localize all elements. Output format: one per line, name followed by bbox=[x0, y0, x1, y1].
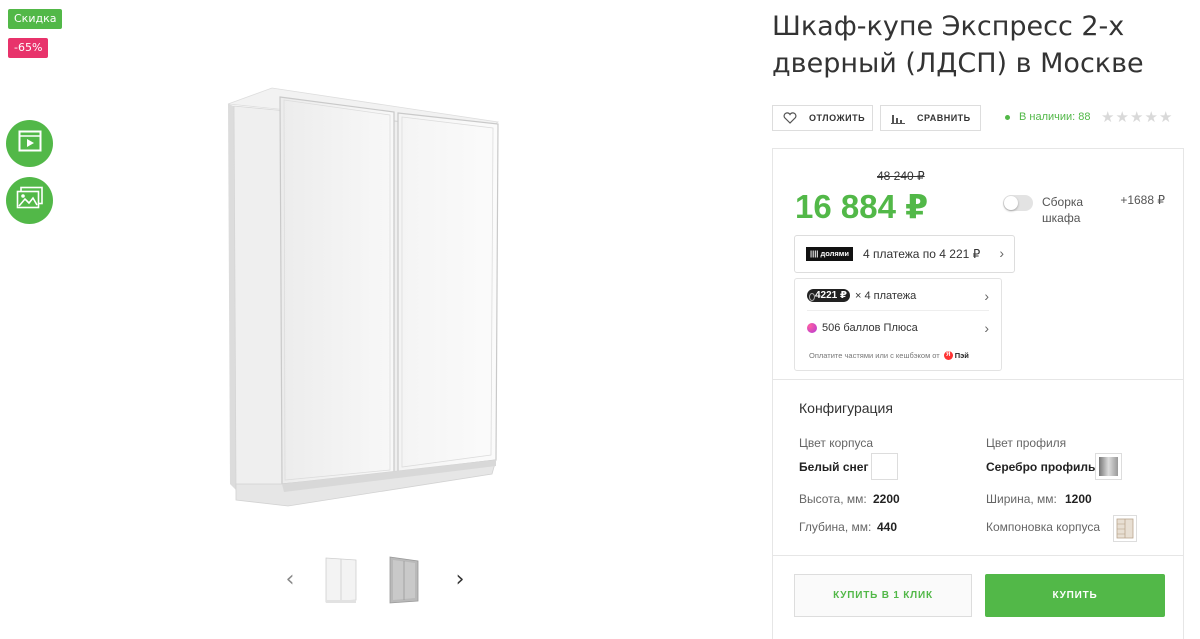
dolyami-payment-button[interactable]: |||| долями 4 платежа по 4 221 ₽ › bbox=[794, 235, 1015, 273]
toggle-knob bbox=[1004, 196, 1018, 210]
swatch-fill bbox=[875, 457, 894, 476]
layout-swatch[interactable] bbox=[1113, 515, 1137, 542]
wardrobe-image[interactable] bbox=[222, 82, 512, 510]
stock-dot-icon bbox=[1005, 114, 1010, 120]
stock-status: В наличии: 88 bbox=[1005, 111, 1091, 123]
split-row[interactable]: 4221 ₽ × 4 платежа › bbox=[807, 281, 989, 311]
video-button[interactable] bbox=[6, 120, 53, 167]
buy-one-click-button[interactable]: КУПИТЬ В 1 КЛИК bbox=[794, 574, 972, 617]
chevron-right-icon: › bbox=[984, 320, 989, 336]
depth-value: 440 bbox=[877, 520, 898, 534]
dolyami-text: 4 платежа по 4 221 ₽ bbox=[862, 247, 981, 261]
width-label: Ширина, мм: bbox=[986, 492, 1057, 506]
star-icon[interactable]: ★ bbox=[1159, 108, 1174, 126]
assembly-toggle[interactable] bbox=[1003, 195, 1033, 211]
star-icon[interactable]: ★ bbox=[1130, 108, 1145, 126]
height-value: 2200 bbox=[873, 492, 900, 506]
swatch-fill bbox=[1099, 457, 1118, 476]
profile-color-label: Цвет профиля bbox=[986, 436, 1067, 450]
photo-gallery-button[interactable] bbox=[6, 177, 53, 224]
body-color-value: Белый снег bbox=[799, 460, 869, 474]
chevron-right-icon: › bbox=[984, 287, 989, 304]
bar-chart-icon bbox=[891, 112, 905, 124]
old-price: 48 240 ₽ bbox=[877, 169, 925, 183]
plus-text: 506 баллов Плюса bbox=[822, 322, 918, 334]
page-title: Шкаф-купе Экспресс 2-х дверный (ЛДСП) в … bbox=[772, 11, 1144, 79]
discount-badge: -65% bbox=[8, 38, 49, 58]
config-title: Конфигурация bbox=[799, 400, 893, 416]
yandex-pay-logo: Я Пэй bbox=[943, 351, 969, 360]
current-price: 16 884 ₽ bbox=[795, 188, 929, 225]
split-payment-box: 4221 ₽ × 4 платежа › 506 баллов Плюса › … bbox=[794, 278, 1002, 371]
profile-color-value: Серебро профиль bbox=[986, 460, 1096, 474]
compare-button[interactable]: СРАВНИТЬ bbox=[880, 105, 981, 131]
sale-badge: Скидка bbox=[8, 9, 63, 29]
star-icon[interactable]: ★ bbox=[1101, 108, 1116, 126]
divider bbox=[773, 555, 1183, 556]
postpone-label: ОТЛОЖИТЬ bbox=[809, 113, 866, 123]
width-value: 1200 bbox=[1065, 492, 1092, 506]
gallery-next-button[interactable]: › bbox=[450, 552, 470, 608]
play-icon bbox=[18, 130, 42, 157]
layout-label: Компоновка корпуса bbox=[986, 520, 1101, 534]
buy-button[interactable]: КУПИТЬ bbox=[985, 574, 1165, 617]
assembly-price: +1688 ₽ bbox=[1120, 193, 1165, 207]
yandex-icon: Я bbox=[943, 351, 953, 360]
heart-icon bbox=[783, 112, 797, 124]
gallery-thumbnails: ‹ › bbox=[280, 552, 470, 608]
height-label: Высота, мм: bbox=[799, 492, 867, 506]
body-color-swatch[interactable] bbox=[871, 453, 898, 480]
rating-stars[interactable]: ★ ★ ★ ★ ★ bbox=[1101, 108, 1174, 126]
star-icon[interactable]: ★ bbox=[1116, 108, 1131, 126]
postpone-button[interactable]: ОТЛОЖИТЬ bbox=[772, 105, 873, 131]
image-icon bbox=[16, 186, 44, 215]
split-text: × 4 платежа bbox=[854, 289, 917, 302]
assembly-label: Сборка шкафа bbox=[1042, 195, 1084, 225]
body-color-label: Цвет корпуса bbox=[799, 436, 873, 450]
plus-icon bbox=[807, 323, 817, 333]
profile-color-swatch[interactable] bbox=[1095, 453, 1122, 480]
thumbnail-1[interactable] bbox=[322, 554, 362, 606]
chevron-right-icon: › bbox=[999, 245, 1004, 261]
split-amount: 4221 ₽ bbox=[807, 289, 850, 302]
compare-label: СРАВНИТЬ bbox=[917, 113, 971, 123]
gallery-prev-button[interactable]: ‹ bbox=[280, 552, 300, 608]
plus-row[interactable]: 506 баллов Плюса › bbox=[807, 313, 989, 343]
layout-icon bbox=[1116, 518, 1134, 539]
yandex-pay-text: Пэй bbox=[954, 351, 969, 360]
depth-label: Глубина, мм: bbox=[799, 520, 872, 534]
divider bbox=[773, 379, 1183, 380]
price-panel: 48 240 ₽ 16 884 ₽ Сборка шкафа +1688 ₽ |… bbox=[772, 148, 1184, 639]
thumbnail-2[interactable] bbox=[384, 554, 424, 606]
pay-footer: Оплатите частями или с кешбэком от Я Пэй bbox=[809, 351, 969, 360]
star-icon[interactable]: ★ bbox=[1145, 108, 1160, 126]
dolyami-logo: |||| долями bbox=[806, 247, 853, 261]
stock-text: В наличии: 88 bbox=[1019, 111, 1091, 123]
pay-footer-text: Оплатите частями или с кешбэком от bbox=[809, 351, 940, 360]
